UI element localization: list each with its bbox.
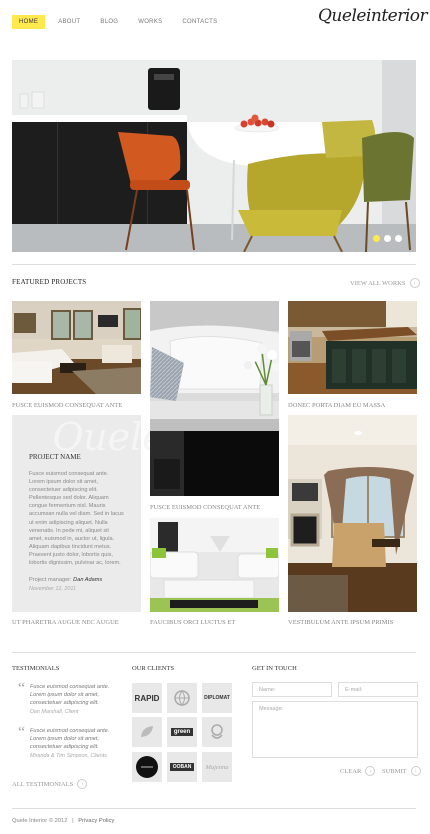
quote-icon: “ [18, 680, 26, 697]
client-logo-diplomat[interactable]: DIPLOMAT [202, 683, 232, 713]
nav-home[interactable]: HOME [12, 15, 46, 29]
clear-button[interactable]: CLEAR › [340, 766, 376, 776]
quote-icon: “ [18, 724, 26, 741]
globe-icon [174, 690, 190, 706]
view-all-works-link[interactable]: VIEW ALL WORKS › [350, 278, 420, 288]
testimonial-text: Fusce euismod consequat ante. Lorem ipsu… [30, 684, 110, 706]
client-logo-majenna[interactable]: Majenna [202, 752, 232, 782]
project-thumbnail-living-room[interactable] [12, 301, 141, 394]
dark-interior-image [150, 419, 279, 496]
hero-slider[interactable] [12, 60, 416, 252]
window-room-image [288, 415, 417, 612]
testimonial-author: Dan Marshall, Client [30, 709, 79, 715]
divider [12, 808, 416, 809]
client-logo-circle[interactable] [132, 752, 162, 782]
testimonial-author: Miranda & Tim Simpson, Clients [30, 753, 107, 759]
project-thumbnail-lounge[interactable] [150, 518, 279, 612]
project-description: Fusce euismod consequat ante. Lorem ipsu… [29, 471, 124, 567]
arrow-right-icon: › [409, 278, 420, 288]
project-caption[interactable]: FUSCE EUISMOD CONSEQUAT ANTE [150, 504, 260, 511]
project-caption[interactable]: FUSCE EUISMOD CONSEQUAT ANTE [12, 402, 122, 409]
divider [12, 264, 416, 265]
project-thumbnail-kitchen[interactable] [288, 301, 417, 394]
white-sofa-image [150, 301, 279, 419]
circle-logo-icon [136, 756, 158, 778]
hero-image [12, 60, 416, 252]
footer-separator: | [72, 818, 74, 824]
project-caption[interactable]: DONEC PORTA DIAM EU MASSA [288, 402, 385, 409]
submit-button[interactable]: SUBMIT › [382, 766, 421, 776]
project-thumbnail-dark[interactable] [150, 419, 279, 496]
email-field[interactable]: E-mail: [338, 682, 418, 697]
kitchen-image [288, 301, 417, 394]
all-testimonials-label: ALL TESTIMONIALS [12, 780, 74, 788]
view-all-works-label: VIEW ALL WORKS [350, 279, 406, 287]
project-caption[interactable]: VESTIBULUM ANTE IPSUM PRIMIS [288, 619, 393, 626]
project-detail-panel: Quele PROJECT NAME Fusce euismod consequ… [12, 415, 165, 612]
slider-dot-2[interactable] [384, 235, 391, 242]
project-thumbnail-window-room[interactable] [288, 415, 417, 612]
living-room-image [12, 301, 141, 394]
testimonial-item: “ Fusce euismod consequat ante. Lorem ip… [12, 724, 122, 759]
client-logo-rapid[interactable]: RAPID [132, 683, 162, 713]
featured-projects-title: FEATURED PROJECTS [12, 278, 87, 286]
arrow-right-icon: › [410, 766, 421, 776]
project-name-heading: PROJECT NAME [29, 453, 81, 461]
nav-works[interactable]: WORKS [131, 15, 169, 29]
footer: Quele Interior © 2012 | Privacy Policy [12, 818, 114, 824]
project-caption[interactable]: UT PHARETRA AUGUE NEC AUGUE [12, 619, 119, 626]
nav-about[interactable]: ABOUT [51, 15, 87, 29]
client-logo-globe[interactable] [167, 683, 197, 713]
divider [12, 652, 416, 653]
submit-label: SUBMIT [382, 767, 407, 775]
site-logo[interactable]: Queleinterior [318, 6, 428, 26]
client-logo-hands[interactable] [202, 717, 232, 747]
arrow-right-icon: › [365, 766, 376, 776]
client-logo-ooban-text: OOBAN [169, 763, 195, 771]
copyright-text: Quele Interior © 2012 [12, 818, 68, 824]
client-logo-ooban[interactable]: OOBAN [167, 752, 197, 782]
clear-label: CLEAR [340, 767, 362, 775]
testimonials-title: TESTIMONIALS [12, 665, 60, 672]
project-manager-name: Dan Adams [73, 577, 103, 584]
client-logo-green[interactable]: green [167, 717, 197, 747]
nav-blog[interactable]: BLOG [93, 15, 125, 29]
nav-contacts[interactable]: CONTACTS [175, 15, 224, 29]
get-in-touch-title: GET IN TOUCH [252, 665, 297, 672]
hands-icon [211, 724, 223, 739]
slider-dot-1[interactable] [373, 235, 380, 242]
arrow-right-icon: › [77, 779, 88, 789]
slider-dot-3[interactable] [395, 235, 402, 242]
all-testimonials-link[interactable]: ALL TESTIMONIALS › [12, 779, 88, 789]
testimonial-item: “ Fusce euismod consequat ante. Lorem ip… [12, 680, 122, 715]
project-caption[interactable]: FAUCIBUS ORCI LUCTUS ET [150, 619, 235, 626]
lounge-image [150, 518, 279, 612]
name-field[interactable]: Name: [252, 682, 332, 697]
testimonial-text: Fusce euismod consequat ante. Lorem ipsu… [30, 728, 110, 750]
clients-title: OUR CLIENTS [132, 665, 175, 672]
project-manager: Project manager: Dan Adams [29, 577, 124, 583]
project-date: November 12, 2011 [29, 586, 76, 593]
leaf-icon [141, 726, 153, 737]
client-logo-leaf[interactable] [132, 717, 162, 747]
privacy-policy-link[interactable]: Privacy Policy [78, 818, 114, 824]
slider-pagination [373, 235, 402, 242]
client-logo-green-text: green [170, 728, 194, 736]
project-thumbnail-white-sofa[interactable] [150, 301, 279, 419]
project-manager-label: Project manager: [29, 577, 72, 584]
main-nav: HOME ABOUT BLOG WORKS CONTACTS [12, 15, 224, 29]
message-field[interactable]: Message: [252, 701, 418, 758]
